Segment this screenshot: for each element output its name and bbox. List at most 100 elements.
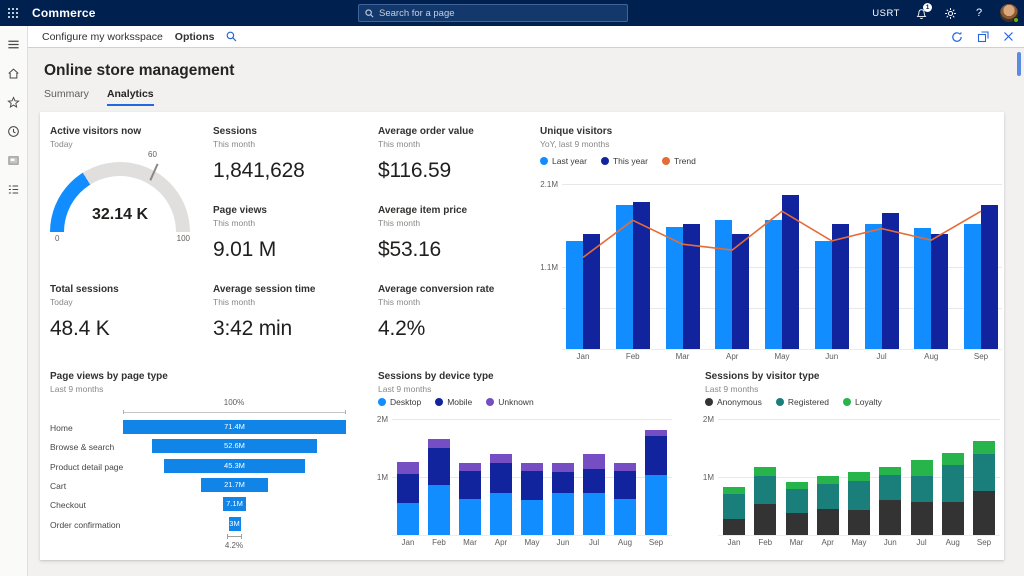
bar-segment xyxy=(521,500,543,535)
legend-dot xyxy=(601,157,609,165)
funnel-bar: 7.1M xyxy=(223,497,245,511)
bar-segment xyxy=(614,463,636,472)
funnel-stage-label: Browse & search xyxy=(50,442,114,452)
environment-label: USRT xyxy=(872,8,900,19)
bar xyxy=(666,227,683,349)
sessions-by-visitor-chart: 2M1MJanFebMarAprMayJunJulAugSep xyxy=(718,419,1000,536)
funnel-stage-label: Order confirmation xyxy=(50,520,120,530)
help-icon[interactable]: ? xyxy=(971,5,987,21)
refresh-icon[interactable] xyxy=(951,31,963,43)
bar-segment xyxy=(973,454,995,491)
legend-dot xyxy=(378,398,386,406)
favorites-star-icon[interactable] xyxy=(4,92,24,112)
kpi-avg-conversion-rate: Average conversion rate This month 4.2% xyxy=(378,284,538,341)
notification-badge: 1 xyxy=(923,3,932,12)
tile-sessions-by-device: Sessions by device type Last 9 months De… xyxy=(378,371,678,556)
bar-segment xyxy=(879,475,901,499)
bar-segment xyxy=(552,472,574,492)
page-views-funnel-chart: 100%Home71.4MBrowse & search52.6MProduct… xyxy=(50,393,360,558)
bar-segment xyxy=(490,493,512,535)
bar xyxy=(765,220,782,349)
tab-bar: Summary Analytics xyxy=(44,88,154,106)
bar-segment xyxy=(973,441,995,454)
bar-segment xyxy=(942,465,964,502)
menu-icon[interactable] xyxy=(4,34,24,54)
popout-icon[interactable] xyxy=(977,31,989,43)
search-icon xyxy=(365,9,374,18)
bar-segment xyxy=(521,463,543,472)
bar-segment xyxy=(911,476,933,502)
bar xyxy=(882,213,899,349)
kpi-avg-item-price: Average item price This month $53.16 xyxy=(378,205,538,262)
bar-segment xyxy=(848,472,870,481)
bar-segment xyxy=(645,430,667,436)
avatar[interactable] xyxy=(1000,4,1018,22)
bar-segment xyxy=(459,471,481,499)
presence-dot xyxy=(1013,17,1019,23)
gauge-min-label: 0 xyxy=(55,234,59,243)
bar-segment xyxy=(614,471,636,499)
home-icon[interactable] xyxy=(4,63,24,83)
bar-segment xyxy=(754,476,776,504)
tile-sessions-by-visitor: Sessions by visitor type Last 9 months A… xyxy=(705,371,1005,556)
scrollbar-thumb[interactable] xyxy=(1017,52,1021,76)
gear-icon[interactable] xyxy=(942,5,958,21)
app-launcher-icon[interactable] xyxy=(0,0,26,26)
tab-summary[interactable]: Summary xyxy=(44,88,89,106)
bar-segment xyxy=(848,481,870,510)
legend-dot xyxy=(435,398,443,406)
kpi-total-sessions: Total sessions Today 48.4 K xyxy=(50,284,210,341)
bar-segment xyxy=(614,499,636,535)
recent-clock-icon[interactable] xyxy=(4,121,24,141)
page-search-box[interactable] xyxy=(358,4,628,22)
funnel-bar: 21.7M xyxy=(201,478,269,492)
bar-segment xyxy=(490,454,512,463)
gauge-max-label: 100 xyxy=(177,234,190,243)
bar xyxy=(633,202,650,349)
bar-segment xyxy=(817,476,839,484)
bar-segment xyxy=(848,510,870,535)
close-icon[interactable] xyxy=(1003,31,1014,42)
bar xyxy=(832,224,849,349)
page-title: Online store management xyxy=(44,62,234,80)
funnel-stage-label: Home xyxy=(50,423,73,433)
bar-segment xyxy=(645,475,667,535)
legend-dot xyxy=(705,398,713,406)
bar-segment xyxy=(942,502,964,535)
bar xyxy=(566,241,583,349)
bar-segment xyxy=(645,436,667,475)
bar-segment xyxy=(552,493,574,535)
bar xyxy=(931,234,948,350)
sessions-by-device-legend: DesktopMobileUnknown xyxy=(378,397,534,407)
bar xyxy=(981,205,998,349)
workspaces-icon[interactable] xyxy=(4,150,24,170)
configure-workspace-button[interactable]: Configure my worksspace xyxy=(42,31,163,43)
workspace-search-icon[interactable] xyxy=(226,31,237,42)
bar-segment xyxy=(397,503,419,535)
tab-analytics[interactable]: Analytics xyxy=(107,88,154,106)
bar-segment xyxy=(754,467,776,476)
bar-segment xyxy=(817,484,839,509)
bar-segment xyxy=(428,485,450,535)
funnel-stage-label: Cart xyxy=(50,481,66,491)
funnel-bar: 71.4M xyxy=(123,420,346,434)
bar-segment xyxy=(754,504,776,535)
bar-segment xyxy=(723,519,745,535)
bar-segment xyxy=(428,439,450,448)
tile-page-views-by-type: Page views by page type Last 9 months 10… xyxy=(50,371,360,556)
modules-list-icon[interactable] xyxy=(4,179,24,199)
bar-segment xyxy=(397,474,419,503)
bar-segment xyxy=(583,454,605,469)
bar xyxy=(683,224,700,349)
bar-segment xyxy=(490,463,512,493)
notifications-bell-icon[interactable]: 1 xyxy=(913,5,929,21)
bar-segment xyxy=(911,502,933,535)
funnel-bar: 45.3M xyxy=(164,459,305,473)
bar xyxy=(616,205,633,349)
kpi-page-views: Page views This month 9.01 M xyxy=(213,205,373,262)
gauge-value: 32.14 K xyxy=(50,206,190,224)
kpi-active-visitors: Active visitors now Today xyxy=(50,126,210,149)
search-input[interactable] xyxy=(379,8,599,19)
options-button[interactable]: Options xyxy=(175,31,215,43)
bar-segment xyxy=(973,491,995,535)
